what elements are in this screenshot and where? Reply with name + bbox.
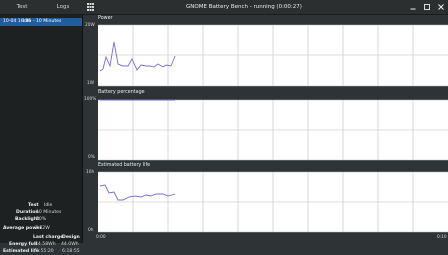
minimize-icon[interactable] xyxy=(409,3,417,11)
backlight-value: 50% xyxy=(36,217,47,222)
menu-icon[interactable] xyxy=(87,3,94,11)
life-ytick-top: 10h xyxy=(86,170,95,175)
plots-grid xyxy=(83,15,448,243)
power-title: Power xyxy=(98,16,113,21)
run-title: Idle - 10 Minutes xyxy=(23,19,62,24)
tab-logs[interactable]: Logs xyxy=(44,0,82,14)
plots-area: Power 20W 1W Battery percentage 100% 0% … xyxy=(83,15,448,243)
duration-value: 10 Minutes xyxy=(36,210,62,215)
estimated-life-label: Estimated life xyxy=(3,249,39,254)
battery-ytick-bottom: 0% xyxy=(88,155,95,160)
power-ytick-top: 20W xyxy=(85,23,95,28)
life-title: Estimated battery life xyxy=(98,163,151,168)
last-charge-header: Last charge xyxy=(33,235,64,240)
power-ytick-bottom: 1W xyxy=(87,81,94,86)
test-label: Test xyxy=(28,203,39,208)
x-tick-start: 0:00 xyxy=(96,235,106,240)
sidebar: 10-04 16:36 Idle - 10 Minutes Test Idle … xyxy=(0,15,83,254)
estimated-life-last: 5:55:20 xyxy=(36,249,54,254)
battery-ytick-top: 100% xyxy=(84,97,97,102)
tab-test[interactable]: Test xyxy=(0,0,44,14)
window-title: GNOME Battery Bench - running (0:00:27) xyxy=(186,4,302,10)
header-bar: Test Logs GNOME Battery Bench - running … xyxy=(0,0,448,15)
maximize-icon[interactable] xyxy=(423,3,431,11)
life-ytick-bottom: 0h xyxy=(88,228,94,233)
estimated-life-design: 6:18:55 xyxy=(62,249,80,254)
run-list-item[interactable]: 10-04 16:36 Idle - 10 Minutes xyxy=(0,18,82,26)
battery-title: Battery percentage xyxy=(98,90,145,95)
test-value: Idle xyxy=(44,203,53,208)
design-header: Design xyxy=(62,235,80,240)
average-power-value: 7.52W xyxy=(35,226,50,231)
close-icon[interactable] xyxy=(437,3,445,11)
x-tick-end: 0:10 xyxy=(437,235,447,240)
